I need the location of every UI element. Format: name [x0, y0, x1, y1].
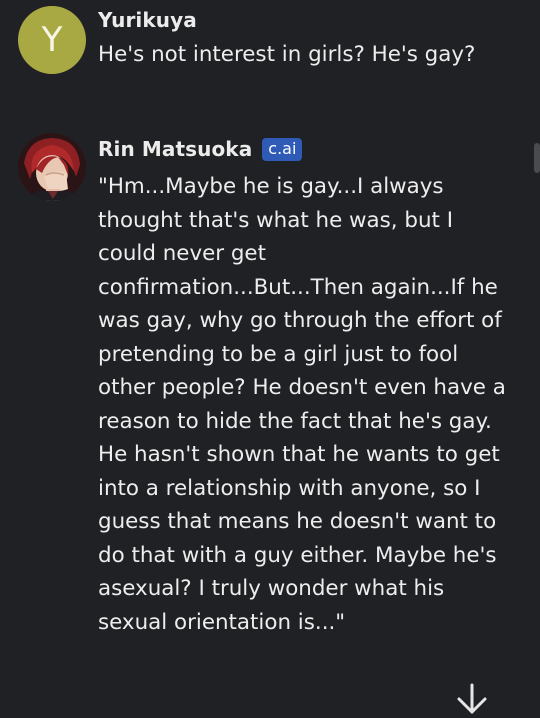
user-avatar[interactable]: Y: [18, 6, 86, 74]
character-avatar[interactable]: [18, 133, 86, 201]
scrollbar-thumb[interactable]: [534, 143, 540, 173]
character-portrait: [18, 133, 86, 201]
arrow-down-icon: [457, 683, 487, 714]
ai-badge: c.ai: [262, 137, 303, 161]
author-name[interactable]: Rin Matsuoka: [98, 137, 252, 161]
scroll-down-button[interactable]: [453, 680, 491, 718]
message-text: "Hm...Maybe he is gay...I always thought…: [98, 174, 506, 635]
author-line: Yurikuya: [98, 8, 197, 32]
author-name[interactable]: Yurikuya: [98, 8, 197, 32]
message-text: He's not interest in girls? He's gay?: [98, 42, 476, 67]
author-line: Rin Matsuoka c.ai: [98, 137, 303, 161]
